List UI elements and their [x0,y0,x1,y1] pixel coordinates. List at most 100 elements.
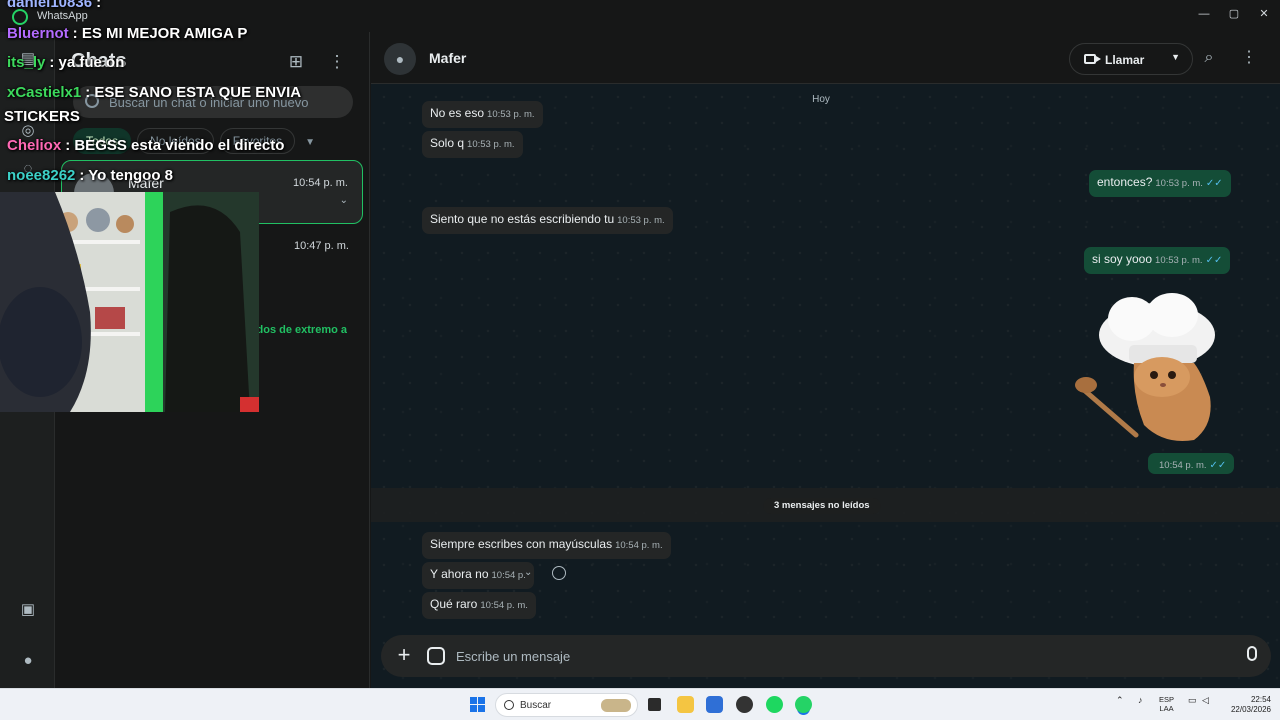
message-text: Siempre escribes con mayúsculas [430,537,613,551]
minimize-button[interactable]: — [1188,4,1220,24]
message-time: 10:54 p. m. [480,600,528,611]
message-time: 10:53 p. m. [487,109,535,120]
file-explorer-icon[interactable] [677,696,694,713]
message-bubble-in[interactable]: Siento que no estás escribiendo tu 10:53 … [422,207,673,234]
read-ticks-icon: ✓✓ [1205,178,1223,189]
profile-icon[interactable]: ● [15,648,41,674]
message-text: Qué raro [430,597,478,611]
store-icon[interactable] [706,696,723,713]
title-bar: WhatsApp — ▢ ✕ [0,0,1280,32]
task-view-icon[interactable] [648,698,661,711]
language-indicator[interactable]: ESP LAA [1159,695,1174,713]
contact-name[interactable]: Mafer [429,50,466,66]
chat-name: Mafer [128,175,164,191]
maximize-button[interactable]: ▢ [1218,4,1250,24]
message-bubble-in[interactable]: No es eso 10:53 p. m. [422,101,543,128]
new-chat-icon[interactable]: ⊞ [284,50,308,74]
sticker-icon[interactable] [427,647,445,665]
message-bubble-in[interactable]: Qué raro 10:54 p. m. [422,592,536,619]
contact-avatar-icon[interactable]: ● [384,43,416,75]
message-time: 10:53 p. m. [1155,255,1203,266]
chevron-down-icon[interactable]: ⌄ [524,567,532,578]
tray-chevron-icon[interactable]: ⌃ [1116,695,1124,706]
attach-plus-icon[interactable]: + [393,643,415,667]
video-camera-icon [1084,54,1101,64]
chevron-down-icon[interactable]: ⌄ [340,195,348,206]
chevron-down-icon: ▼ [1171,52,1180,62]
windows-start-icon[interactable] [470,697,485,712]
conversation-header: ● Mafer Llamar ▼ ⌕ ⋮ [371,32,1280,84]
chat-time: 10:47 p. m. [293,240,349,252]
whatsapp-app: WhatsApp — ▢ ✕ ▤ ◎ ◌ ▣ ● Chats ⊞ ⋮ Todos… [0,0,1280,688]
menu-kebab-icon[interactable]: ⋮ [1237,46,1261,70]
chat-search-input[interactable] [109,86,345,118]
message-text: entonces? [1097,175,1153,189]
message-bubble-out[interactable]: entonces? 10:53 p. m. ✓✓ [1089,170,1231,197]
message-time: 10:53 p. m. [467,139,515,150]
volume-icon[interactable]: ◁ [1202,695,1209,706]
language-code: ESP [1159,695,1175,704]
message-text: No es eso [430,106,485,120]
day-divider: Hoy [812,94,830,105]
chats-icon[interactable]: ▤ [15,46,41,72]
media-gallery-icon[interactable]: ▣ [15,597,41,623]
message-bubble-in[interactable]: Siempre escribes con mayúsculas 10:54 p. … [422,532,671,559]
taskbar-clock[interactable]: 22:54 22/03/2026 [1221,695,1271,715]
message-time: 10:53 p. m. [617,215,665,226]
channels-icon[interactable]: ◌ [15,156,41,182]
message-composer: + [381,635,1271,677]
emoji-react-icon[interactable] [552,566,566,580]
chef-cat-sticker[interactable] [1074,285,1224,450]
message-bubble-in[interactable]: Y ahora no 10:54 p. [422,562,534,589]
message-time: 10:54 p. [491,570,526,581]
message-text: Solo q [430,136,465,150]
close-button[interactable]: ✕ [1248,4,1280,24]
message-input[interactable] [456,635,1216,677]
search-icon [504,700,514,710]
clock-time: 22:54 [1250,695,1271,704]
filter-todos[interactable]: Todos [73,128,132,154]
chat-time: 10:54 p. m. [292,177,348,189]
read-ticks-icon: ✓✓ [1209,460,1227,471]
app-name: WhatsApp [37,10,88,22]
message-bubble-out[interactable]: si soy yooo 10:53 p. m. ✓✓ [1084,247,1231,274]
message-text: si soy yooo [1092,252,1153,266]
message-text: Siento que no estás escribiendo tu [430,212,615,226]
unread-divider: 3 mensajes no leídos [371,488,1280,522]
chevron-down-icon[interactable]: ▼ [305,137,315,148]
app-icon[interactable] [736,696,753,713]
message-time: 10:53 p. m. [1155,178,1203,189]
message-time: 10:54 p. m. [615,540,663,551]
clock-date: 22/03/2026 [1230,705,1271,714]
keyboard-layout: LAA [1159,704,1174,713]
call-button[interactable]: Llamar ▼ [1069,43,1193,75]
search-icon[interactable]: ⌕ [1197,46,1221,70]
spotify-icon[interactable] [766,696,783,713]
read-ticks-icon: ✓✓ [1205,255,1223,266]
burger-widget-icon [601,699,631,712]
microphone-tray-icon[interactable]: ♪ [1138,695,1143,705]
whatsapp-logo-icon [12,9,28,25]
message-bubble-in[interactable]: Solo q 10:53 p. m. [422,131,523,158]
conversation-pane: ● Mafer Llamar ▼ ⌕ ⋮ Hoy No es eso 10:53 … [371,32,1280,688]
call-label: Llamar [1105,53,1145,67]
message-text: Y ahora no [430,567,489,581]
filter-chips: Todos No leídos Favoritos ▼ [73,128,315,156]
chat-search[interactable] [73,86,353,118]
taskbar: Buscar ⌃ ♪ ESP LAA ▭ ◁ 22:54 22/03/2026 [0,688,1280,720]
filter-favoritos[interactable]: Favoritos [219,128,296,154]
filter-no-leidos[interactable]: No leídos [137,128,214,154]
unread-count-label: 3 mensajes no leídos [763,498,881,514]
chats-title: Chats [71,50,127,72]
microphone-icon[interactable] [1247,646,1257,661]
message-bubble-out[interactable]: 10:54 p. m. ✓✓ [1148,453,1235,474]
status-icon[interactable]: ◎ [15,118,41,144]
taskbar-search[interactable]: Buscar [495,693,638,717]
whatsapp-taskbar-icon[interactable] [795,696,812,713]
streamer-webcam [0,192,259,412]
taskbar-search-label: Buscar [520,700,552,711]
message-time: 10:54 p. m. [1159,460,1207,471]
network-icon[interactable]: ▭ [1188,695,1197,706]
search-icon [85,94,99,108]
menu-kebab-icon[interactable]: ⋮ [325,50,349,74]
